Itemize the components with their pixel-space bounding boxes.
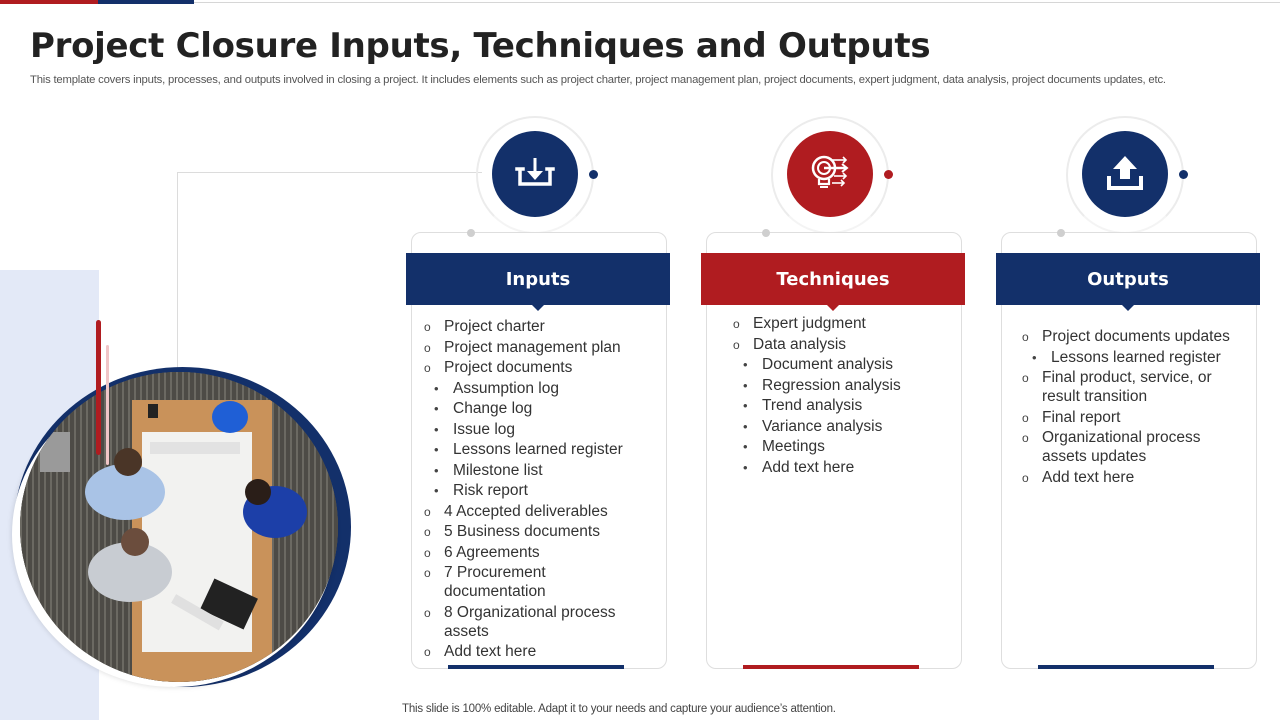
list-subitem: Add text here [733, 458, 943, 477]
halo-dot [884, 170, 893, 179]
list-subitem: Lessons learned register [424, 440, 634, 459]
list-item: 7 Procurement documentation [424, 563, 634, 601]
list-subitem: Document analysis [733, 355, 943, 374]
list-item: Final report [1022, 408, 1232, 428]
outputs-header: Outputs [996, 253, 1260, 311]
list-subitem: Lessons learned register [1022, 348, 1232, 367]
techniques-icon-circle [787, 131, 873, 217]
list-item: Add text here [424, 642, 634, 662]
list-item: Final product, service, or result transi… [1022, 368, 1232, 406]
outputs-list: Project documents updatesLessons learned… [1022, 327, 1232, 488]
top-divider [194, 2, 1280, 3]
lightbulb-target-icon [811, 155, 849, 188]
team-meeting-photo [20, 372, 338, 682]
outputs-bottom-bar [1038, 665, 1214, 669]
list-subitem: Meetings [733, 437, 943, 456]
list-item: Expert judgment [733, 314, 943, 334]
list-item: Project documents updates [1022, 327, 1232, 347]
list-subitem: Change log [424, 399, 634, 418]
outputs-column: Outputs Project documents updatesLessons… [996, 110, 1266, 675]
inputs-column: Inputs Project charterProject management… [406, 110, 676, 675]
card-dot [1057, 229, 1065, 237]
inputs-icon-circle [492, 131, 578, 217]
list-item: 8 Organizational process assets [424, 603, 634, 641]
outputs-icon-circle [1082, 131, 1168, 217]
connector-line-vertical [177, 172, 178, 372]
list-item: Project documents [424, 358, 634, 378]
techniques-column: Techniques Expert judgmentData analysisD… [701, 110, 971, 675]
list-item: Organizational process assets updates [1022, 428, 1232, 466]
card-dot [762, 229, 770, 237]
halo-dot [1179, 170, 1188, 179]
halo-dot [589, 170, 598, 179]
decorative-bar-red [96, 320, 101, 455]
techniques-header: Techniques [701, 253, 965, 311]
top-accent-blue [98, 0, 194, 4]
list-subitem: Regression analysis [733, 376, 943, 395]
list-subitem: Risk report [424, 481, 634, 500]
upload-tray-icon [1107, 156, 1143, 190]
inputs-bottom-bar [448, 665, 624, 669]
list-item: 4 Accepted deliverables [424, 502, 634, 522]
list-subitem: Issue log [424, 420, 634, 439]
decorative-bar-pink [106, 345, 109, 465]
page-title: Project Closure Inputs, Techniques and O… [30, 26, 931, 66]
list-item: 6 Agreements [424, 543, 634, 563]
list-subitem: Assumption log [424, 379, 634, 398]
inputs-list: Project charterProject management planPr… [424, 317, 634, 663]
list-item: 5 Business documents [424, 522, 634, 542]
list-item: Project charter [424, 317, 634, 337]
download-tray-icon [515, 158, 555, 186]
list-item: Data analysis [733, 335, 943, 355]
list-subitem: Milestone list [424, 461, 634, 480]
list-subitem: Variance analysis [733, 417, 943, 436]
list-subitem: Trend analysis [733, 396, 943, 415]
inputs-header: Inputs [406, 253, 670, 311]
footer-note: This slide is 100% editable. Adapt it to… [402, 703, 836, 715]
techniques-bottom-bar [743, 665, 919, 669]
top-accent-red [0, 0, 98, 4]
list-item: Project management plan [424, 338, 634, 358]
techniques-list: Expert judgmentData analysisDocument ana… [733, 314, 943, 478]
list-item: Add text here [1022, 468, 1232, 488]
page-subtitle: This template covers inputs, processes, … [30, 74, 1166, 86]
card-dot [467, 229, 475, 237]
